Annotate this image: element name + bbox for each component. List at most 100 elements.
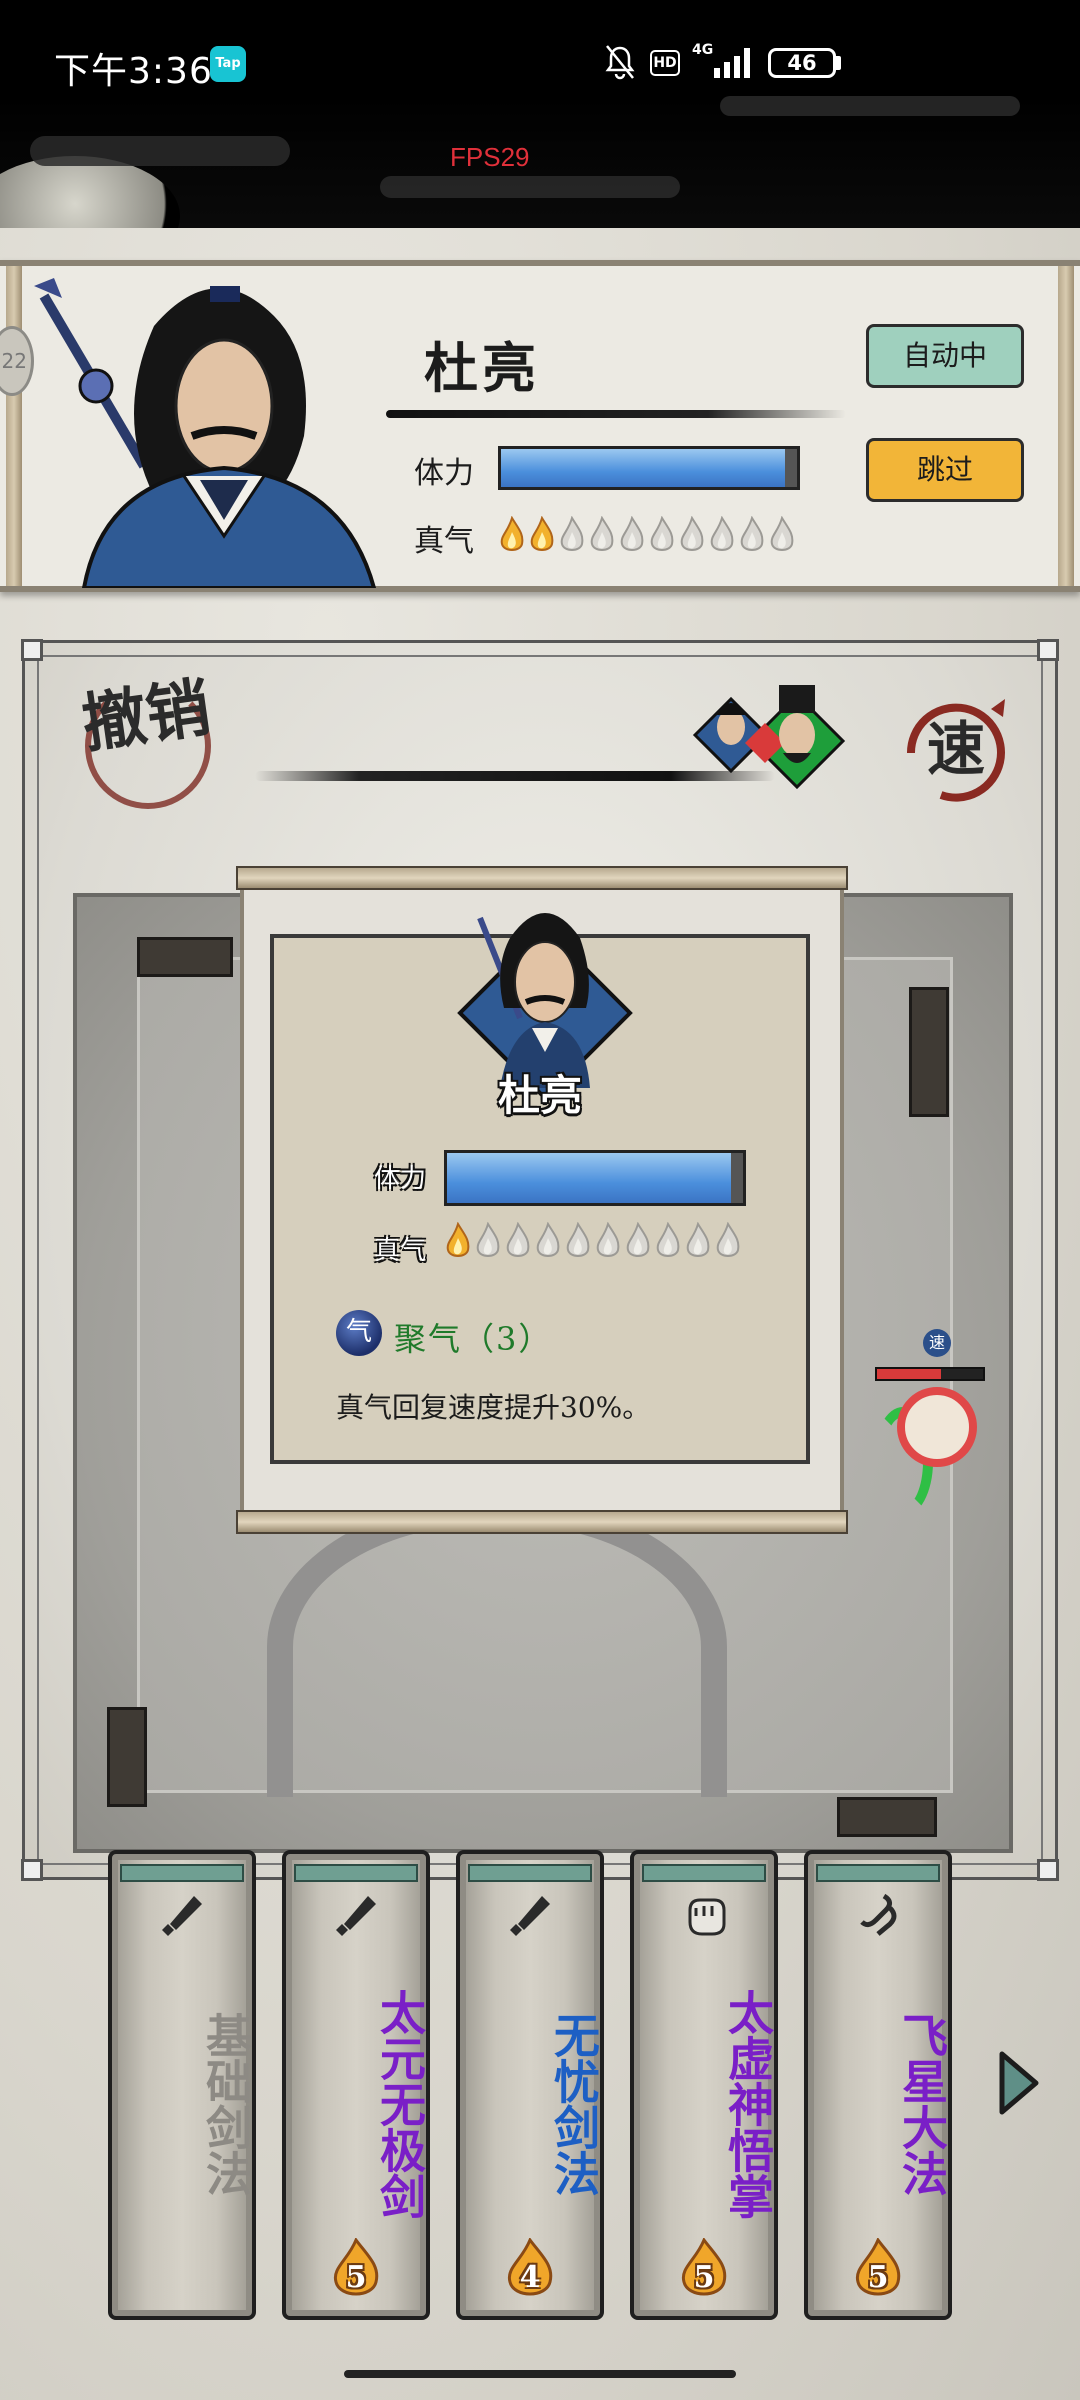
skill-card-cap	[816, 1864, 940, 1882]
hd-voice-icon: HD	[650, 50, 680, 76]
qi-flame-empty-icon	[686, 1222, 710, 1257]
unit-qi-flame-row	[444, 1222, 742, 1262]
qi-flame-empty-icon	[770, 516, 794, 551]
weapon-rack	[909, 987, 949, 1117]
skill-card-cap	[120, 1864, 244, 1882]
qi-flame-lit-icon	[530, 516, 554, 551]
frame-corner	[1037, 1859, 1059, 1881]
qi-flame-empty-icon	[476, 1222, 500, 1257]
scroll-rod-left	[6, 266, 22, 586]
frame-corner	[21, 639, 43, 661]
hp-bar	[498, 446, 800, 490]
weapon-rack	[137, 937, 233, 977]
night-sky-banner	[0, 96, 1080, 276]
qi-flame-empty-icon	[656, 1222, 680, 1257]
signal-bars-icon	[714, 48, 750, 78]
taptap-app-icon: Tap	[210, 46, 246, 82]
weapon-rack	[107, 1707, 147, 1807]
turn-portrait-enemy	[745, 685, 846, 790]
fist-icon	[688, 1898, 726, 1936]
skill-name: 飞星大法	[895, 2012, 949, 2196]
skill-card[interactable]: 太虚神悟掌 5	[630, 1850, 778, 2320]
frame-corner	[1037, 639, 1059, 661]
battery-tip	[836, 56, 841, 70]
qi-flame-empty-icon	[620, 516, 644, 551]
skill-cost: 5	[867, 2260, 889, 2295]
hero-portrait	[34, 278, 377, 588]
skill-cost: 5	[693, 2260, 715, 2295]
brush-stroke-divider	[386, 410, 846, 418]
scroll-rod-top	[236, 866, 848, 890]
unit-info-card: 杜亮 体力 真气 气 聚气（3） 真气回复速度提升30%。	[270, 913, 810, 1464]
cloud	[720, 96, 1020, 116]
skip-button[interactable]: 跳过	[866, 438, 1024, 502]
qi-flame-empty-icon	[680, 516, 704, 551]
buff-name: 聚气（3）	[394, 1320, 553, 1358]
fps-counter: FPS29	[450, 142, 530, 172]
cloud	[380, 176, 680, 198]
clock: 下午3:36	[54, 51, 213, 92]
qi-flame-empty-icon	[590, 516, 614, 551]
enemy-hp-fill	[877, 1369, 941, 1379]
qi-flame-empty-icon	[626, 1222, 650, 1257]
unit-name: 杜亮	[497, 1071, 582, 1120]
qi-flame-empty-icon	[506, 1222, 530, 1257]
unit-qi-label: 真气	[374, 1236, 427, 1266]
hp-label: 体力	[414, 456, 474, 491]
hero-name: 杜亮	[424, 336, 540, 400]
sword-icon	[162, 1896, 202, 1936]
skill-card[interactable]: 太元无极剑 5	[282, 1850, 430, 2320]
qi-flame-empty-icon	[560, 516, 584, 551]
qi-flame-lit-icon	[446, 1222, 470, 1257]
qi-buff-icon: 气	[336, 1310, 382, 1356]
qi-flame-lit-icon	[500, 516, 524, 551]
network-type-label: 4G	[692, 42, 714, 58]
skill-card[interactable]: 基础剑法	[108, 1850, 256, 2320]
unit-hp-fill	[447, 1153, 732, 1203]
qi-flame-empty-icon	[710, 516, 734, 551]
cloud	[30, 136, 290, 166]
hero-status-panel: 22 杜亮 体力 真气 自动中 跳过	[0, 260, 1080, 592]
floor-ring	[267, 1497, 727, 1797]
skill-card[interactable]: 无忧剑法 4	[456, 1850, 604, 2320]
sword-icon	[510, 1896, 550, 1936]
star-blade-icon	[860, 1893, 897, 1936]
auto-battle-button[interactable]: 自动中	[866, 324, 1024, 388]
battery-indicator: 46	[768, 48, 836, 78]
enemy-hp-bar	[875, 1367, 985, 1381]
skill-card-cap	[468, 1864, 592, 1882]
skill-name: 太虚神悟掌	[721, 1989, 775, 2219]
enemy-unit[interactable]	[897, 1387, 977, 1467]
qi-flame-empty-icon	[596, 1222, 620, 1257]
undo-button[interactable]: 撤销	[78, 670, 246, 823]
skill-card-cap	[294, 1864, 418, 1882]
skill-card[interactable]: 飞星大法 5	[804, 1850, 952, 2320]
qi-flame-empty-icon	[566, 1222, 590, 1257]
qi-label: 真气	[414, 524, 474, 559]
skill-name: 太元无极剑	[373, 1989, 427, 2219]
qi-flame-empty-icon	[740, 516, 764, 551]
scroll-rod-right	[1058, 266, 1074, 586]
speed-label: 速	[927, 715, 985, 783]
weapon-rack	[837, 1797, 937, 1837]
qi-flame-empty-icon	[536, 1222, 560, 1257]
skill-cost: 4	[519, 2260, 541, 2295]
qi-flame-empty-icon	[716, 1222, 740, 1257]
qi-flame-row	[498, 516, 796, 556]
home-indicator[interactable]	[344, 2370, 736, 2378]
frame-corner	[21, 1859, 43, 1881]
turn-order-portraits	[692, 685, 846, 790]
qi-flame-empty-icon	[650, 516, 674, 551]
enemy-speed-badge: 速	[923, 1329, 951, 1357]
speed-button[interactable]: 速	[891, 683, 1021, 813]
skill-name: 基础剑法	[199, 2012, 253, 2196]
unit-hp-label: 体力	[374, 1164, 427, 1194]
next-page-arrow-icon[interactable]	[996, 2050, 1040, 2116]
bell-muted-icon	[605, 45, 635, 80]
skill-card-cap	[642, 1864, 766, 1882]
skill-name: 无忧剑法	[547, 2012, 601, 2196]
scroll-rod-bottom	[236, 1510, 848, 1534]
unit-hp-bar	[444, 1150, 746, 1206]
sword-icon	[336, 1896, 376, 1936]
skill-card-bar: 基础剑法 太元无极剑 5 无忧剑法 4 太虚神悟掌 5 飞星大法 5	[108, 1850, 968, 2320]
